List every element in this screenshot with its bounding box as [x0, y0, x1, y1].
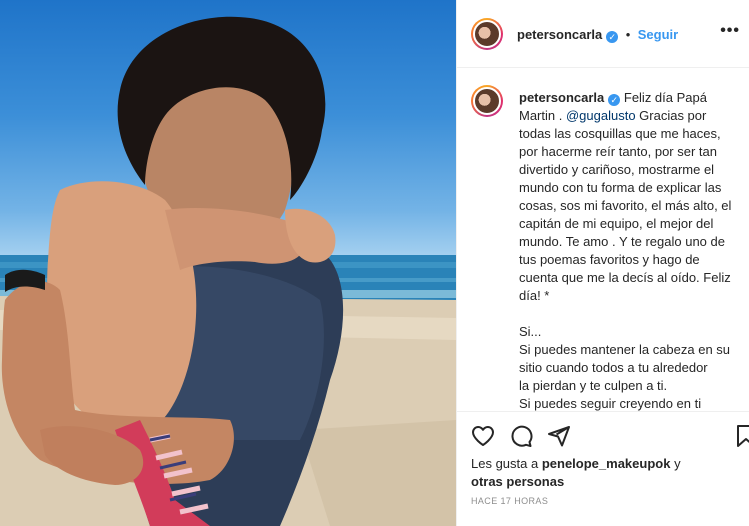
likes-others-link[interactable]: otras personas: [471, 474, 564, 489]
photo-illustration: [0, 16, 456, 526]
avatar[interactable]: [471, 18, 503, 50]
actions-section: Les gusta a penelope_makeupok y otras pe…: [457, 411, 749, 526]
caption-verified-badge-icon: ✓: [608, 94, 621, 106]
verified-badge-icon: ✓: [606, 31, 619, 43]
more-options-icon[interactable]: •••: [720, 22, 740, 40]
caption-username[interactable]: petersoncarla: [519, 90, 604, 105]
likes-suffix: y: [674, 456, 681, 471]
caption-avatar[interactable]: [471, 85, 503, 117]
share-icon[interactable]: [547, 424, 571, 448]
header-user-row: petersoncarla ✓ • Seguir: [517, 26, 678, 44]
post-header: petersoncarla ✓ • Seguir •••: [457, 0, 749, 68]
likes-summary: Les gusta a penelope_makeupok y otras pe…: [471, 455, 731, 491]
caption-mention-link[interactable]: @gugalusto: [566, 108, 636, 123]
post-sidebar: petersoncarla ✓ • Seguir ••• petersoncarl…: [456, 0, 749, 526]
bookmark-icon[interactable]: [734, 424, 749, 448]
post-timestamp[interactable]: HACE 17 HORAS: [471, 496, 548, 506]
follow-button[interactable]: Seguir: [638, 27, 678, 42]
caption-text: petersoncarla ✓ Feliz día Papá Martin . @…: [519, 89, 737, 411]
likes-user-link[interactable]: penelope_makeupok: [542, 456, 671, 471]
comment-icon[interactable]: [509, 424, 533, 448]
header-username[interactable]: petersoncarla: [517, 27, 602, 42]
likes-prefix: Les gusta a: [471, 456, 539, 471]
caption-text-after: Gracias por todas las cosquillas que me …: [519, 108, 732, 411]
separator-dot: •: [625, 27, 631, 42]
heart-icon[interactable]: [471, 424, 495, 448]
caption-scroll-area[interactable]: petersoncarla ✓ Feliz día Papá Martin . @…: [457, 69, 749, 411]
post-photo[interactable]: [0, 0, 456, 526]
